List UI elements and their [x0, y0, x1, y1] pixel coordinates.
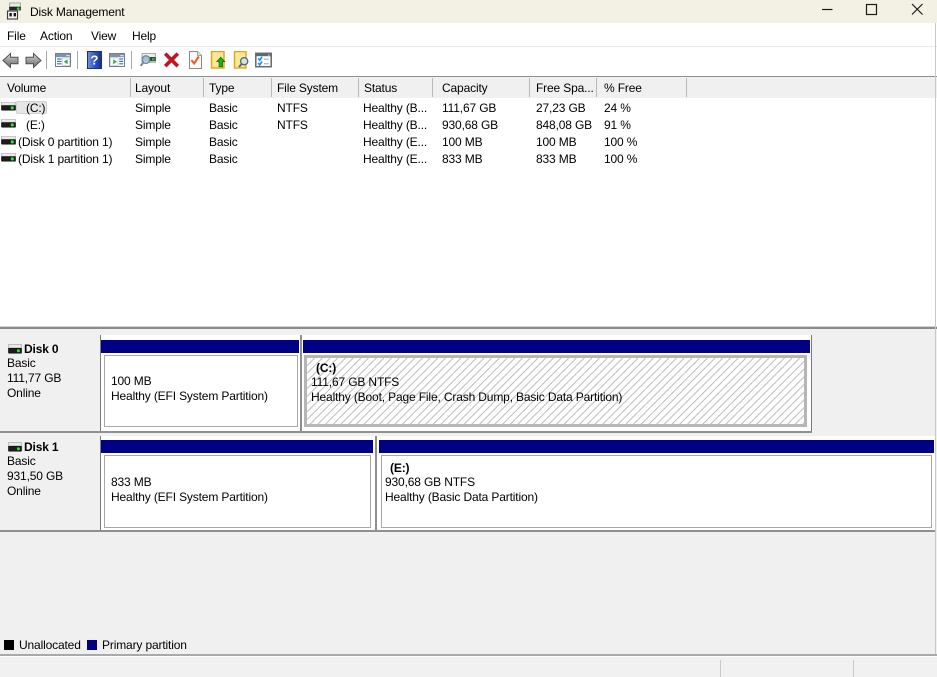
svg-text:?: ? [91, 53, 99, 68]
